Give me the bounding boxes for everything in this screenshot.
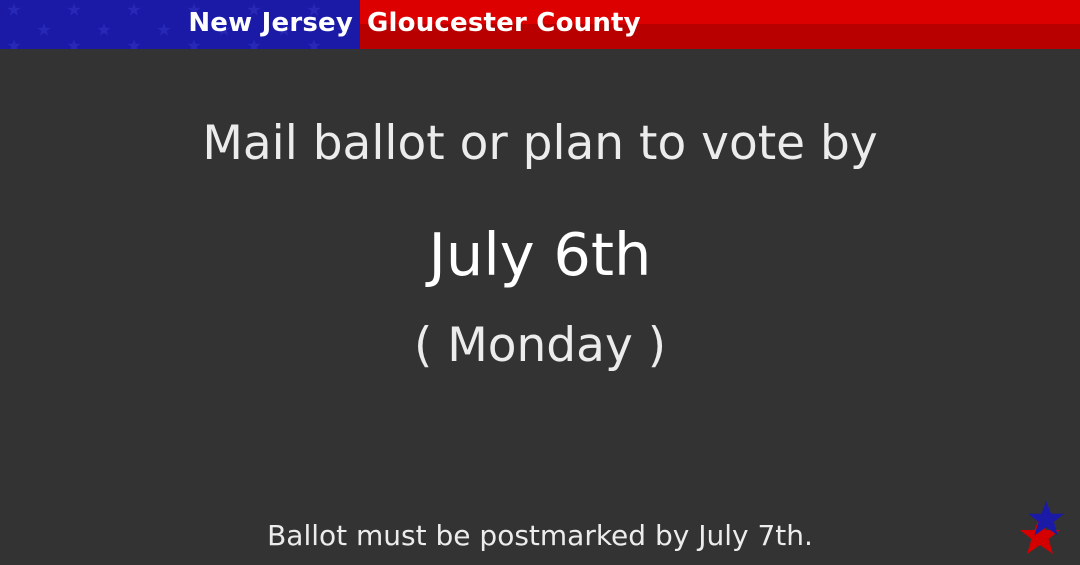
deadline-weekday: ( Monday ) xyxy=(413,318,667,373)
header-banner: New Jersey Gloucester County xyxy=(0,0,1080,49)
state-panel: New Jersey xyxy=(0,0,360,49)
state-name: New Jersey xyxy=(188,8,353,38)
headline: Mail ballot or plan to vote by xyxy=(202,116,878,171)
county-panel: Gloucester County xyxy=(360,0,1080,49)
deadline-date: July 6th xyxy=(428,220,652,289)
county-name: Gloucester County xyxy=(367,8,641,38)
postmark-note: Ballot must be postmarked by July 7th. xyxy=(267,519,813,552)
star-icon xyxy=(1020,501,1065,554)
